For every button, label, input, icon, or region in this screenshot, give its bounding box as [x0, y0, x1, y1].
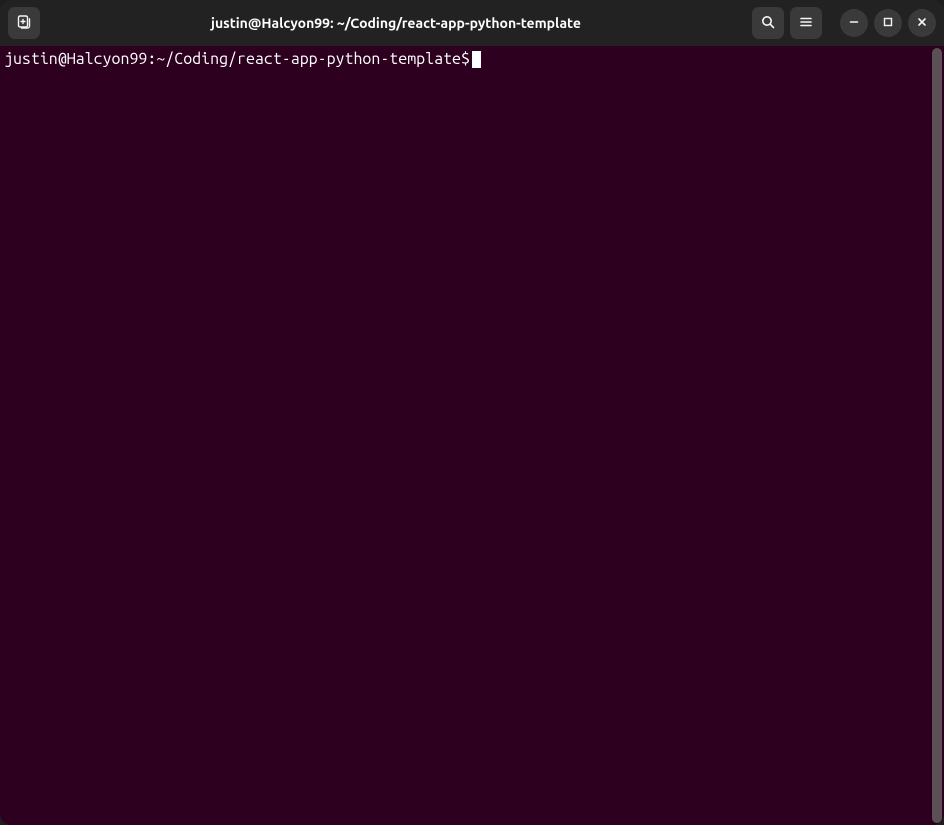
close-button[interactable] [908, 9, 936, 37]
titlebar-right [752, 7, 936, 39]
prompt-symbol: $ [461, 50, 470, 68]
search-icon [760, 14, 776, 33]
maximize-button[interactable] [874, 9, 902, 37]
prompt-separator: : [147, 50, 156, 68]
prompt-path: ~/Coding/react-app-python-template [156, 50, 461, 68]
titlebar: justin@Halcyon99: ~/Coding/react-app-pyt… [0, 0, 944, 46]
window-title: justin@Halcyon99: ~/Coding/react-app-pyt… [46, 15, 746, 31]
terminal-cursor [472, 51, 481, 68]
window-controls [834, 9, 936, 37]
hamburger-icon [798, 14, 814, 33]
minimize-icon [848, 16, 860, 31]
titlebar-left [8, 7, 40, 39]
menu-button[interactable] [790, 7, 822, 39]
minimize-button[interactable] [840, 9, 868, 37]
terminal-body[interactable]: justin@Halcyon99:~/Coding/react-app-pyth… [0, 46, 944, 825]
prompt-line: justin@Halcyon99:~/Coding/react-app-pyth… [4, 50, 470, 68]
terminal-window: justin@Halcyon99: ~/Coding/react-app-pyt… [0, 0, 944, 825]
new-tab-button[interactable] [8, 7, 40, 39]
prompt-user-host: justin@Halcyon99 [4, 50, 147, 68]
search-button[interactable] [752, 7, 784, 39]
terminal-content[interactable]: justin@Halcyon99:~/Coding/react-app-pyth… [0, 46, 932, 825]
new-tab-icon [16, 14, 32, 33]
maximize-icon [882, 16, 894, 31]
scrollbar[interactable] [932, 48, 942, 823]
close-icon [916, 16, 928, 31]
scrollbar-thumb[interactable] [932, 48, 942, 823]
